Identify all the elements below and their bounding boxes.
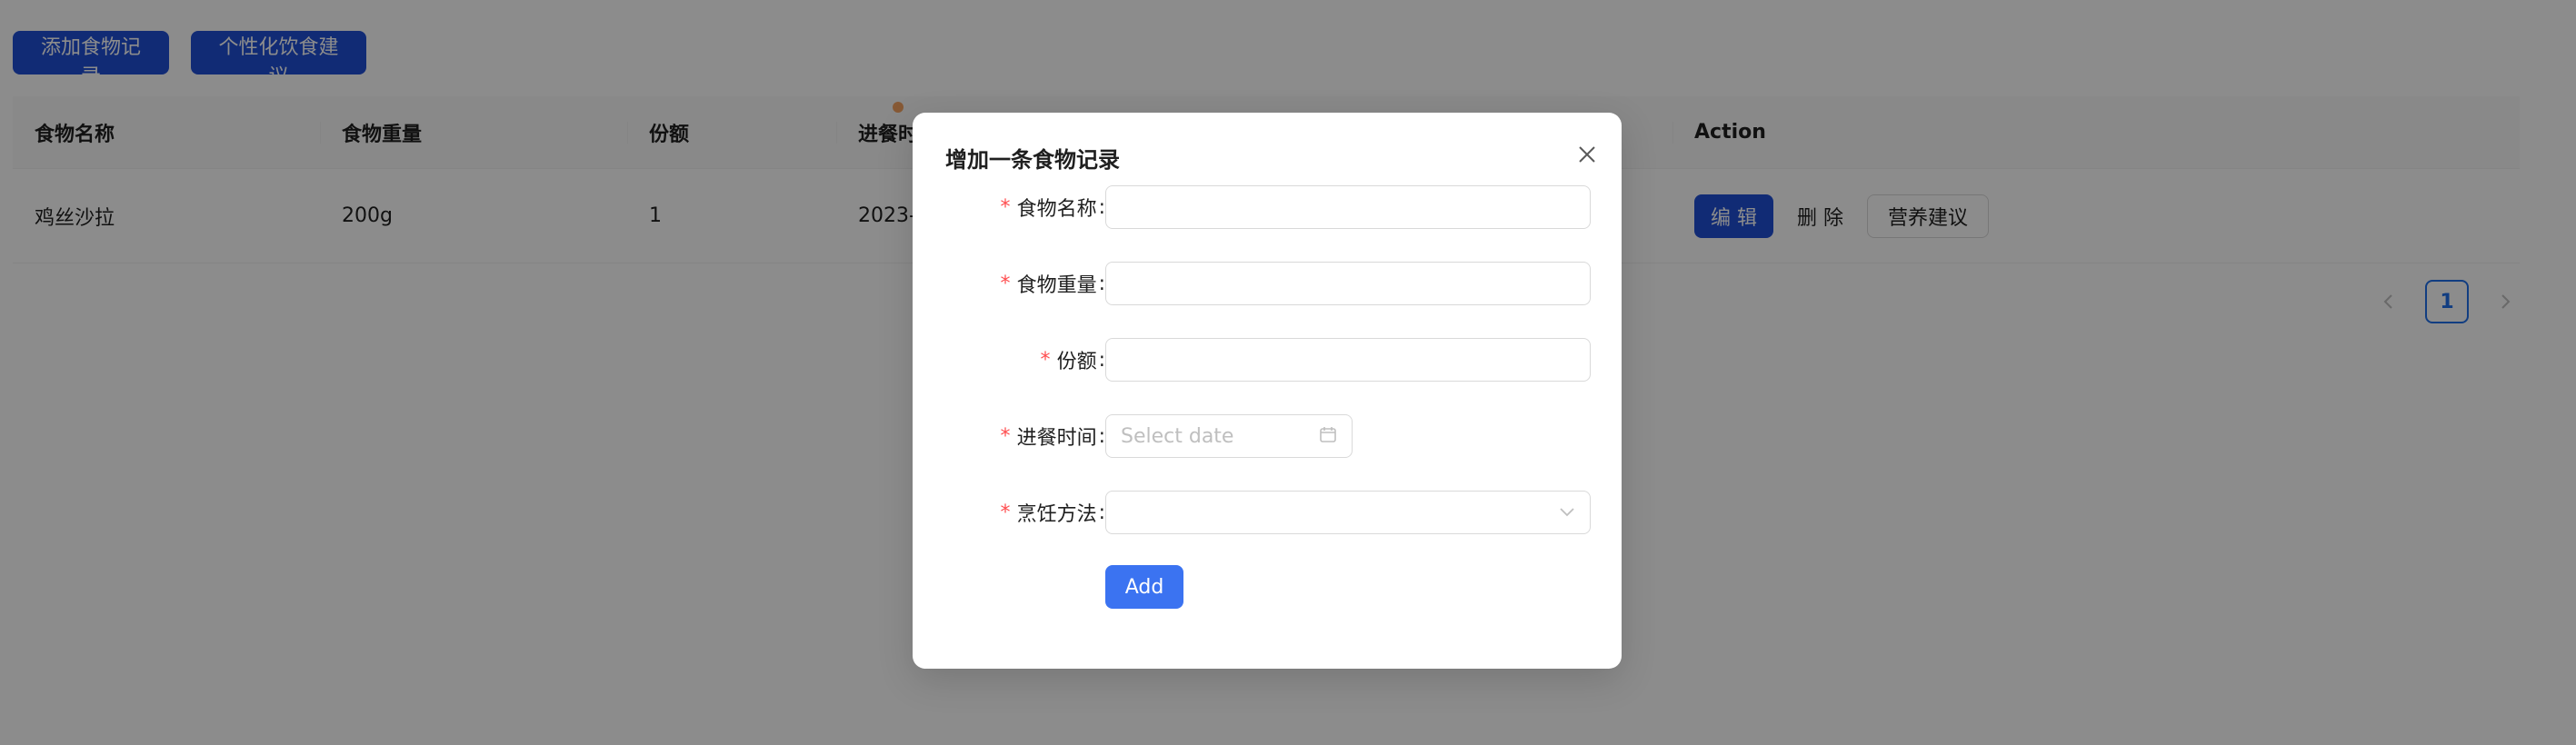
required-mark: *	[999, 272, 1012, 295]
cooking-method-label-text: 烹饪方法	[1016, 503, 1097, 526]
cooking-method-select[interactable]	[1105, 491, 1591, 534]
label-colon: :	[1098, 272, 1105, 295]
add-submit-button[interactable]: Add	[1105, 565, 1183, 609]
required-mark: *	[999, 195, 1012, 219]
food-weight-label: * 食物重量 :	[999, 262, 1105, 305]
label-colon: :	[1098, 501, 1105, 524]
chevron-down-icon	[1559, 504, 1575, 522]
label-colon: :	[1098, 348, 1105, 372]
food-name-label-text: 食物名称	[1016, 198, 1097, 221]
food-name-input[interactable]	[1105, 185, 1591, 229]
required-mark: *	[999, 501, 1012, 524]
portion-label: * 份额 :	[1039, 338, 1105, 382]
required-mark: *	[999, 424, 1012, 448]
cooking-method-label: * 烹饪方法 :	[999, 491, 1105, 534]
portion-label-text: 份额	[1056, 351, 1097, 373]
form-item-portion: * 份额 :	[913, 338, 1622, 382]
meal-time-date-picker[interactable]: Select date	[1105, 414, 1353, 458]
label-colon: :	[1098, 424, 1105, 448]
date-placeholder: Select date	[1121, 424, 1234, 448]
meal-time-label-text: 进餐时间	[1016, 427, 1097, 450]
close-icon[interactable]	[1569, 136, 1605, 173]
required-mark: *	[1039, 348, 1052, 372]
food-weight-label-text: 食物重量	[1016, 274, 1097, 297]
form-item-cooking-method: * 烹饪方法 :	[913, 491, 1622, 534]
add-food-record-modal: 增加一条食物记录 * 食物名称 : * 食物重量 : * 份额 : * 进餐时间…	[913, 113, 1622, 669]
form-item-meal-time: * 进餐时间 : Select date	[913, 414, 1622, 458]
modal-title: 增加一条食物记录	[945, 147, 1120, 173]
meal-time-label: * 进餐时间 :	[999, 414, 1105, 458]
food-weight-input[interactable]	[1105, 262, 1591, 305]
label-colon: :	[1098, 195, 1105, 219]
calendar-icon	[1319, 425, 1337, 447]
form-item-food-weight: * 食物重量 :	[913, 262, 1622, 305]
portion-input[interactable]	[1105, 338, 1591, 382]
form-item-food-name: * 食物名称 :	[913, 185, 1622, 229]
food-name-label: * 食物名称 :	[999, 185, 1105, 229]
